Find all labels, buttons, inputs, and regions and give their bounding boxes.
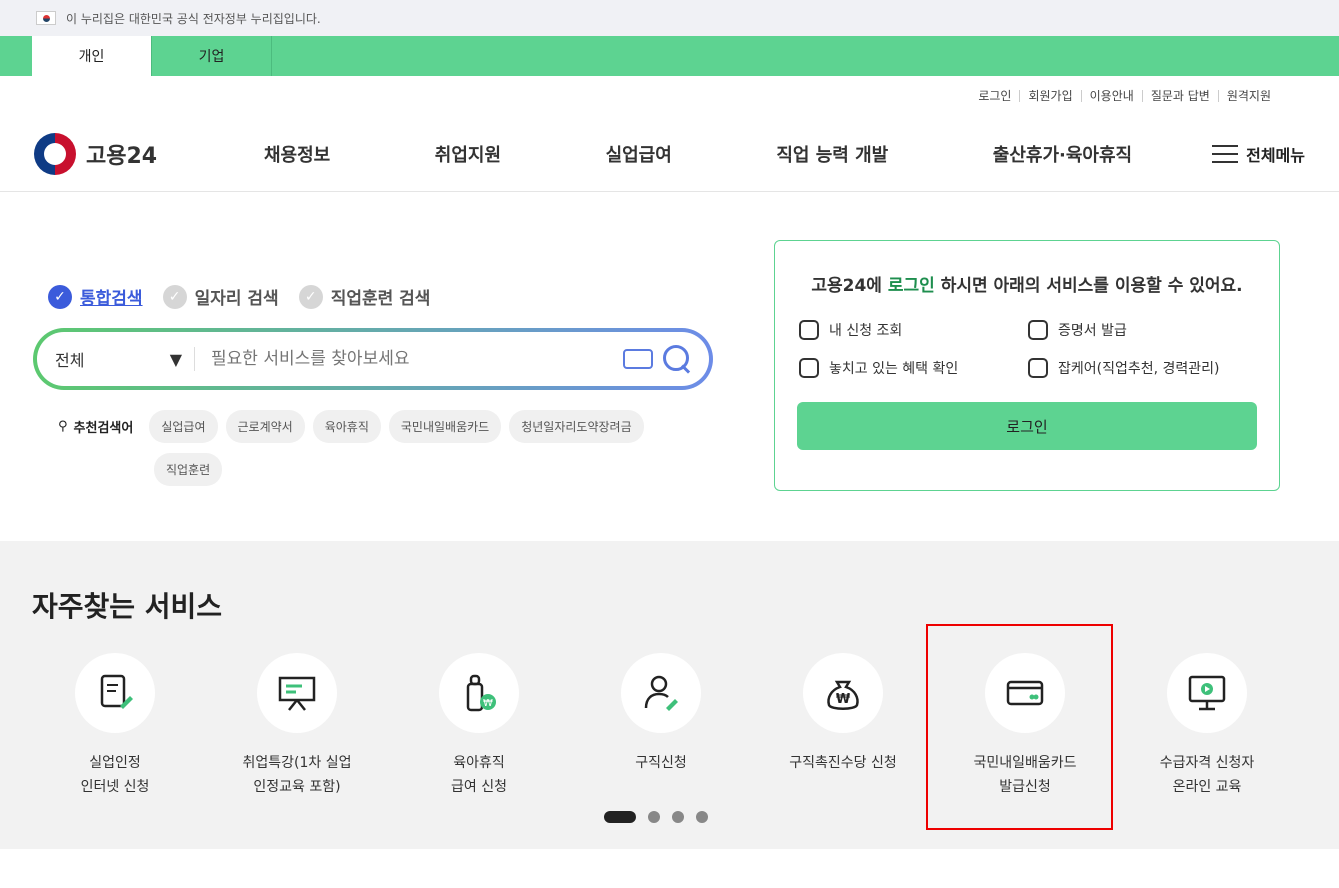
- site-logo[interactable]: 고용24: [34, 132, 254, 175]
- service-item-job-application[interactable]: 구직신청: [570, 653, 752, 799]
- person-pen-icon: [644, 675, 678, 711]
- dropdown-arrow-icon: ▼: [169, 349, 182, 369]
- search-category-value: 전체: [55, 351, 85, 370]
- utility-links: 로그인 회원가입 이용안내 질문과 답변 원격지원: [0, 76, 1339, 116]
- service-item-employment-lecture[interactable]: 취업특강(1차 실업 인정교육 포함): [206, 653, 388, 799]
- check-icon: ✓: [162, 284, 187, 309]
- search-type-label: 일자리 검색: [194, 289, 279, 309]
- search-type-training[interactable]: ✓ 직업훈련 검색: [298, 284, 431, 309]
- login-link[interactable]: 로그인: [970, 90, 1021, 102]
- gov-banner: 이 누리집은 대한민국 공식 전자정부 누리집입니다.: [0, 0, 1339, 36]
- missed-benefits-link[interactable]: 놓치고 있는 혜택 확인: [799, 358, 1028, 378]
- search-section: ✓ 통합검색 ✓ 일자리 검색 ✓ 직업훈련 검색 전체 ▼ ⚲ 추천검색어 실…: [0, 192, 1339, 540]
- search-type-jobs[interactable]: ✓ 일자리 검색: [162, 284, 279, 309]
- qna-link[interactable]: 질문과 답변: [1143, 90, 1219, 102]
- recommended-label: ⚲ 추천검색어: [58, 419, 134, 436]
- clipboard-icon: [1028, 358, 1048, 378]
- user-type-tabs: 개인 기업: [0, 36, 1339, 76]
- search-small-icon: ⚲: [58, 419, 68, 434]
- search-input[interactable]: [195, 349, 623, 369]
- search-icon[interactable]: [663, 345, 691, 373]
- page-dot[interactable]: [648, 811, 660, 823]
- nav-parental-leave[interactable]: 출산휴가·육아휴직: [993, 141, 1132, 167]
- check-icon: ✓: [48, 284, 72, 309]
- keyword-chip[interactable]: 육아휴직: [312, 410, 381, 443]
- checklist-icon: [799, 320, 819, 340]
- frequent-services: 자주찾는 서비스 실업인정 인터넷 신청 취업특강(1차 실업 인정교육 포함) ₩…: [0, 541, 1339, 849]
- search-category-select[interactable]: 전체 ▼: [55, 347, 195, 371]
- certificate-icon: [1028, 320, 1048, 340]
- page-dot[interactable]: [672, 811, 684, 823]
- tab-personal[interactable]: 개인: [32, 36, 152, 76]
- search-type-integrated[interactable]: ✓ 통합검색: [48, 284, 143, 309]
- document-pen-icon: [100, 674, 133, 709]
- nav-jobs[interactable]: 채용정보: [264, 141, 330, 167]
- guide-link[interactable]: 이용안내: [1082, 90, 1143, 102]
- main-nav: 채용정보 취업지원 실업급여 직업 능력 개발 출산휴가·육아휴직: [254, 141, 1212, 167]
- login-services: 내 신청 조회 증명서 발급 놓치고 있는 혜택 확인 잡케어(직업추천, 경력…: [797, 320, 1257, 378]
- hamburger-icon: [1212, 144, 1239, 163]
- service-carousel: 실업인정 인터넷 신청 취업특강(1차 실업 인정교육 포함) ₩ 육아휴직 급여 신…: [24, 653, 1298, 799]
- recommended-keywords: ⚲ 추천검색어 실업급여 근로계약서 육아휴직 국민내일배움카드 청년일자리도약…: [58, 410, 738, 486]
- check-icon: ✓: [298, 284, 323, 309]
- monitor-play-icon: [1188, 675, 1226, 711]
- main-header: 고용24 채용정보 취업지원 실업급여 직업 능력 개발 출산휴가·육아휴직 전…: [0, 116, 1339, 192]
- svg-text:₩: ₩: [483, 698, 493, 709]
- keyword-chip[interactable]: 직업훈련: [154, 453, 223, 486]
- carousel-pagination: [604, 811, 708, 823]
- card-icon: [1006, 680, 1044, 706]
- search-type-options: ✓ 통합검색 ✓ 일자리 검색 ✓ 직업훈련 검색: [48, 284, 430, 309]
- login-message: 고용24에 로그인 하시면 아래의 서비스를 이용할 수 있어요.: [811, 276, 1243, 296]
- page-dot[interactable]: [696, 811, 708, 823]
- nav-skill-development[interactable]: 직업 능력 개발: [776, 141, 888, 167]
- document-search-icon: [799, 358, 819, 378]
- page-dot-active[interactable]: [604, 811, 636, 823]
- service-item-online-education[interactable]: 수급자격 신청자 온라인 교육: [1116, 653, 1298, 799]
- taegeuk-logo-icon: [34, 132, 76, 175]
- search-box: 전체 ▼: [33, 328, 713, 390]
- service-item-parental-leave[interactable]: ₩ 육아휴직 급여 신청: [388, 653, 570, 799]
- logo-text: 고용24: [86, 143, 158, 169]
- all-menu-label: 전체메뉴: [1246, 145, 1305, 165]
- search-type-label: 직업훈련 검색: [330, 289, 431, 309]
- keyword-chip[interactable]: 청년일자리도약장려금: [509, 410, 644, 443]
- jobcare-link[interactable]: 잡케어(직업추천, 경력관리): [1028, 358, 1257, 378]
- tab-business[interactable]: 기업: [152, 36, 272, 76]
- my-applications-link[interactable]: 내 신청 조회: [799, 320, 1028, 340]
- service-item-unemployment-certification[interactable]: 실업인정 인터넷 신청: [24, 653, 206, 799]
- nav-unemployment-benefit[interactable]: 실업급여: [606, 141, 672, 167]
- money-bag-icon: ₩: [827, 680, 859, 710]
- service-item-learning-card[interactable]: 국민내일배움카드 발급신청: [934, 653, 1116, 799]
- keyword-chip[interactable]: 근로계약서: [225, 410, 305, 443]
- service-item-job-promotion-allowance[interactable]: ₩ 구직촉진수당 신청: [752, 653, 934, 799]
- keyboard-icon[interactable]: [623, 349, 653, 369]
- remote-support-link[interactable]: 원격지원: [1219, 90, 1279, 102]
- all-menu-button[interactable]: 전체메뉴: [1212, 142, 1305, 166]
- section-title: 자주찾는 서비스: [32, 590, 223, 623]
- login-card: 고용24에 로그인 하시면 아래의 서비스를 이용할 수 있어요. 내 신청 조…: [774, 240, 1280, 491]
- presentation-board-icon: [278, 676, 316, 711]
- certificate-link[interactable]: 증명서 발급: [1028, 320, 1257, 340]
- search-type-label: 통합검색: [80, 289, 143, 309]
- baby-bottle-won-icon: ₩: [466, 674, 496, 712]
- svg-text:₩: ₩: [836, 692, 851, 707]
- gov-banner-text: 이 누리집은 대한민국 공식 전자정부 누리집입니다.: [66, 11, 321, 26]
- keyword-chip[interactable]: 국민내일배움카드: [388, 410, 502, 443]
- nav-employment-support[interactable]: 취업지원: [435, 141, 501, 167]
- korea-flag-icon: [36, 11, 56, 25]
- keyword-chip[interactable]: 실업급여: [149, 410, 218, 443]
- login-button[interactable]: 로그인: [797, 402, 1257, 450]
- signup-link[interactable]: 회원가입: [1020, 90, 1082, 102]
